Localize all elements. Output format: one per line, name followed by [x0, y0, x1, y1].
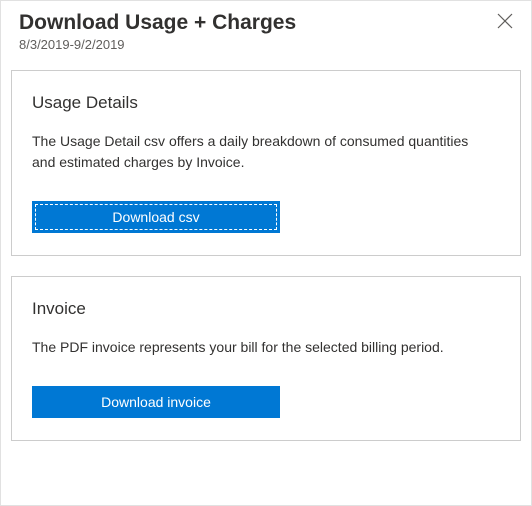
panel-header: Download Usage + Charges [11, 9, 521, 36]
usage-details-description: The Usage Detail csv offers a daily brea… [32, 131, 492, 173]
invoice-title: Invoice [32, 299, 500, 319]
close-icon [497, 17, 513, 32]
date-range: 8/3/2019-9/2/2019 [19, 36, 521, 54]
download-invoice-button[interactable]: Download invoice [32, 386, 280, 418]
usage-details-card: Usage Details The Usage Detail csv offer… [11, 70, 521, 256]
close-button[interactable] [493, 9, 517, 33]
panel-title: Download Usage + Charges [19, 9, 296, 36]
invoice-description: The PDF invoice represents your bill for… [32, 337, 492, 358]
download-usage-charges-panel: Download Usage + Charges 8/3/2019-9/2/20… [0, 0, 532, 506]
invoice-card: Invoice The PDF invoice represents your … [11, 276, 521, 441]
download-csv-button[interactable]: Download csv [32, 201, 280, 233]
usage-details-title: Usage Details [32, 93, 500, 113]
